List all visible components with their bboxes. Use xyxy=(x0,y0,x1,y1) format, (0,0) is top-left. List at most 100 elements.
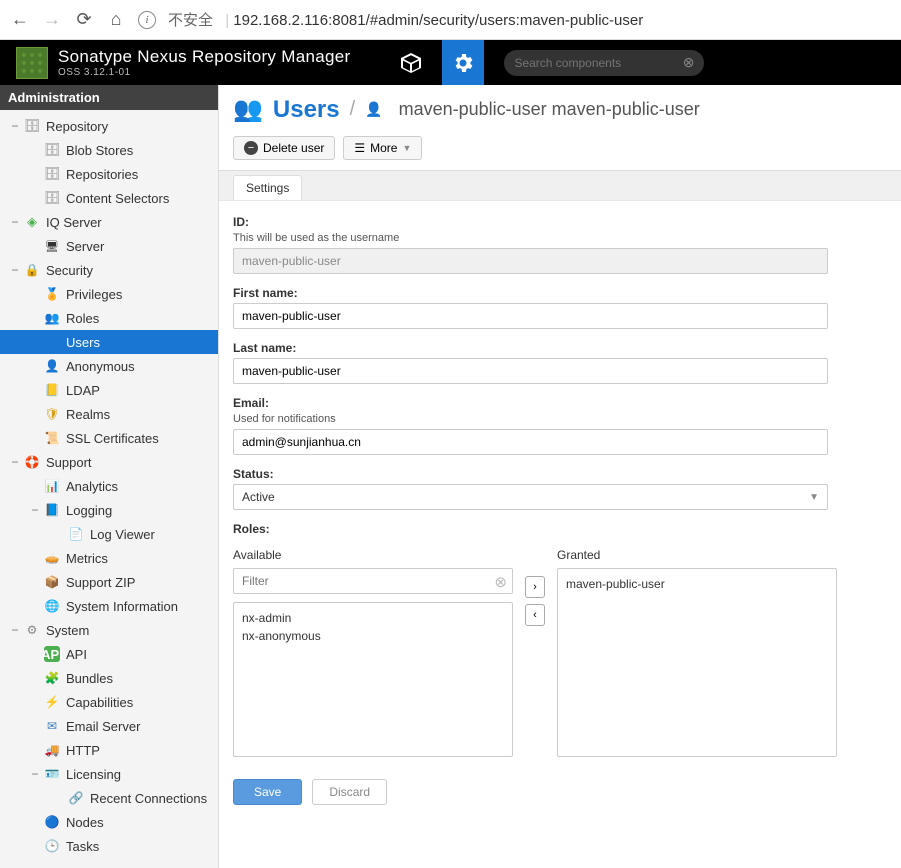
sidebar-item-realms[interactable]: Realms xyxy=(0,402,218,426)
breadcrumb-section[interactable]: Users xyxy=(273,96,340,124)
site-info-icon[interactable]: i xyxy=(138,11,156,29)
sidebar-item-users[interactable]: Users xyxy=(0,330,218,354)
blob-stores-icon xyxy=(44,142,60,158)
capabilities-icon xyxy=(44,694,60,710)
sidebar-item-iq-server[interactable]: −IQ Server xyxy=(0,210,218,234)
sidebar-item-ssl-certificates[interactable]: SSL Certificates xyxy=(0,426,218,450)
email-help: Used for notifications xyxy=(233,413,887,425)
app-version: OSS 3.12.1-01 xyxy=(58,67,350,78)
browser-forward-button[interactable]: → xyxy=(42,10,62,30)
status-label: Status: xyxy=(233,467,887,481)
sidebar-item-email-server[interactable]: Email Server xyxy=(0,714,218,738)
sidebar-item-analytics[interactable]: Analytics xyxy=(0,474,218,498)
toolbar: − Delete user More ▼ xyxy=(219,130,901,171)
realms-icon xyxy=(44,406,60,422)
sidebar-item-log-viewer[interactable]: Log Viewer xyxy=(0,522,218,546)
content-panel: Users / maven-public-user maven-public-u… xyxy=(219,85,901,868)
api-icon xyxy=(44,646,60,662)
recent-connections-icon xyxy=(68,790,84,806)
more-button[interactable]: More ▼ xyxy=(343,136,422,160)
sidebar-item-metrics[interactable]: Metrics xyxy=(0,546,218,570)
sidebar-item-system[interactable]: −System xyxy=(0,618,218,642)
admin-mode-icon[interactable] xyxy=(442,40,484,85)
available-label: Available xyxy=(233,548,513,562)
sidebar-item-logging[interactable]: −Logging xyxy=(0,498,218,522)
roles-filter-input[interactable] xyxy=(233,568,513,594)
browse-mode-icon[interactable] xyxy=(390,40,432,85)
ldap-icon xyxy=(44,382,60,398)
metrics-icon xyxy=(44,550,60,566)
more-icon xyxy=(354,141,365,155)
sidebar-item-ldap[interactable]: LDAP xyxy=(0,378,218,402)
security-icon xyxy=(24,262,40,278)
search-input[interactable] xyxy=(514,56,682,70)
role-item[interactable]: nx-admin xyxy=(242,609,504,627)
sidebar-item-content-selectors[interactable]: Content Selectors xyxy=(0,186,218,210)
sidebar-item-anonymous[interactable]: Anonymous xyxy=(0,354,218,378)
role-item[interactable]: nx-anonymous xyxy=(242,627,504,645)
sidebar-header: Administration xyxy=(0,85,218,110)
discard-button[interactable]: Discard xyxy=(312,779,387,805)
sidebar-item-capabilities[interactable]: Capabilities xyxy=(0,690,218,714)
app-header: Sonatype Nexus Repository Manager OSS 3.… xyxy=(0,40,901,85)
sidebar-item-privileges[interactable]: Privileges xyxy=(0,282,218,306)
sidebar-item-licensing[interactable]: −Licensing xyxy=(0,762,218,786)
remove-role-button[interactable]: ‹ xyxy=(525,604,545,626)
search-box[interactable]: ⊗ xyxy=(504,50,704,76)
repositories-icon xyxy=(44,166,60,182)
unsafe-label: 不安全 xyxy=(168,12,213,29)
role-item[interactable]: maven-public-user xyxy=(566,575,828,593)
server-icon xyxy=(44,238,60,254)
anonymous-icon xyxy=(44,358,60,374)
email-label: Email: xyxy=(233,396,887,410)
add-role-button[interactable]: › xyxy=(525,576,545,598)
granted-roles-list[interactable]: maven-public-user xyxy=(557,568,837,757)
browser-home-button[interactable]: ⌂ xyxy=(106,10,126,30)
sidebar-item-server[interactable]: Server xyxy=(0,234,218,258)
sidebar-item-blob-stores[interactable]: Blob Stores xyxy=(0,138,218,162)
last-name-label: Last name: xyxy=(233,341,887,355)
status-select[interactable]: Active ▼ xyxy=(233,484,828,510)
save-button[interactable]: Save xyxy=(233,779,302,805)
bundles-icon xyxy=(44,670,60,686)
browser-back-button[interactable]: ← xyxy=(10,10,30,30)
system-icon xyxy=(24,622,40,638)
email-field[interactable] xyxy=(233,429,828,455)
sidebar-item-http[interactable]: HTTP xyxy=(0,738,218,762)
sidebar-item-api[interactable]: API xyxy=(0,642,218,666)
roles-icon xyxy=(44,310,60,326)
email-server-icon xyxy=(44,718,60,734)
logging-icon xyxy=(44,502,60,518)
licensing-icon xyxy=(44,766,60,782)
browser-reload-button[interactable]: ⟳ xyxy=(74,10,94,30)
app-title: Sonatype Nexus Repository Manager xyxy=(58,47,350,67)
filter-clear-icon[interactable]: ⊗ xyxy=(494,573,507,591)
last-name-field[interactable] xyxy=(233,358,828,384)
sidebar-item-security[interactable]: −Security xyxy=(0,258,218,282)
log-viewer-icon xyxy=(68,526,84,542)
sidebar-item-nodes[interactable]: Nodes xyxy=(0,810,218,834)
search-clear-icon[interactable]: ⊗ xyxy=(683,54,695,71)
available-roles-list[interactable]: nx-admin nx-anonymous xyxy=(233,602,513,757)
sidebar-item-repositories[interactable]: Repositories xyxy=(0,162,218,186)
sidebar-item-recent-connections[interactable]: Recent Connections xyxy=(0,786,218,810)
sidebar-item-bundles[interactable]: Bundles xyxy=(0,666,218,690)
repository-icon xyxy=(24,118,40,134)
sidebar-item-repository[interactable]: −Repository xyxy=(0,114,218,138)
sidebar: Administration −Repository Blob Stores R… xyxy=(0,85,219,868)
status-value: Active xyxy=(242,490,275,504)
support-icon xyxy=(24,454,40,470)
sidebar-item-roles[interactable]: Roles xyxy=(0,306,218,330)
browser-url[interactable]: 不安全 | 192.168.2.116:8081/#admin/security… xyxy=(168,9,891,30)
breadcrumb-separator: / xyxy=(350,98,356,121)
id-label: ID: xyxy=(233,215,887,229)
first-name-field[interactable] xyxy=(233,303,828,329)
tab-bar: Settings xyxy=(219,171,901,201)
sidebar-item-support-zip[interactable]: Support ZIP xyxy=(0,570,218,594)
sidebar-item-system-information[interactable]: System Information xyxy=(0,594,218,618)
sidebar-item-tasks[interactable]: Tasks xyxy=(0,834,218,858)
tasks-icon xyxy=(44,838,60,854)
delete-user-button[interactable]: − Delete user xyxy=(233,136,335,160)
sidebar-item-support[interactable]: −Support xyxy=(0,450,218,474)
tab-settings[interactable]: Settings xyxy=(233,175,302,200)
